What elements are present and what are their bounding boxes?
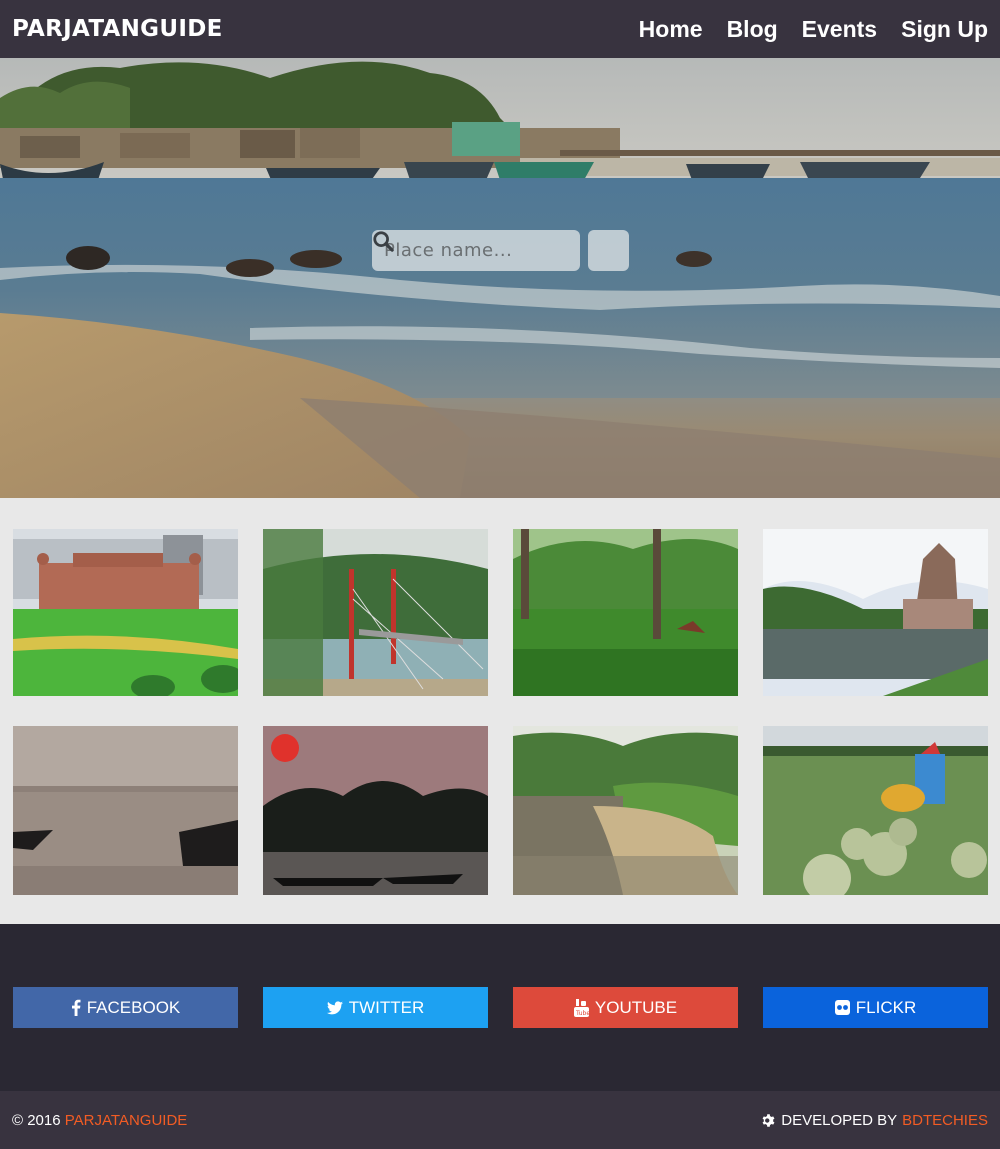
sunset-river-boats-photo (263, 726, 488, 895)
copyright-brand-link[interactable]: PARJATANGUIDE (65, 1112, 188, 1129)
twitter-label: TWITTER (348, 997, 425, 1017)
temple-by-lake-photo (763, 529, 988, 696)
gallery-item-pumpkin-farmer[interactable] (763, 726, 988, 895)
developer-link[interactable]: BDTECHIES (902, 1112, 988, 1129)
twitter-icon (326, 1000, 343, 1015)
search-bar (372, 230, 629, 271)
social-section: FACEBOOK TWITTER Tube YOUTUBE FLICKR (0, 924, 1000, 1091)
beach-scene-image (0, 58, 1000, 498)
nav-events-link[interactable]: Events (802, 16, 877, 43)
facebook-label: FACEBOOK (86, 997, 181, 1017)
brand-logo[interactable]: PARJATANGUIDE (12, 16, 223, 42)
navbar: PARJATANGUIDE Home Blog Events Sign Up (0, 0, 1000, 58)
facebook-icon (71, 999, 81, 1016)
svg-text:Tube: Tube (575, 1010, 589, 1017)
nav-blog-link[interactable]: Blog (727, 16, 778, 43)
flickr-icon (834, 1000, 850, 1015)
gear-icon (762, 1113, 775, 1127)
flickr-label: FLICKR (855, 997, 917, 1017)
hero-banner (0, 58, 1000, 498)
footer: © 2016 PARJATANGUIDE DEVELOPED BY BDTECH… (0, 1091, 1000, 1149)
hanging-bridge-photo (263, 529, 488, 696)
nav-home-link[interactable]: Home (639, 16, 703, 43)
twitter-button[interactable]: TWITTER (263, 987, 488, 1028)
search-icon (373, 231, 394, 252)
place-search-input[interactable] (372, 230, 580, 271)
flickr-button[interactable]: FLICKR (763, 987, 988, 1028)
youtube-icon: Tube (573, 998, 589, 1017)
gallery-item-temple-lake[interactable] (763, 529, 988, 696)
gallery-item-sunset-river[interactable] (263, 726, 488, 895)
river-valley-photo (513, 726, 738, 895)
youtube-button[interactable]: Tube YOUTUBE (513, 987, 738, 1028)
gallery-item-river-valley[interactable] (513, 726, 738, 895)
tea-garden-photo (513, 529, 738, 696)
copyright: © 2016 PARJATANGUIDE (12, 1112, 187, 1129)
nav-links: Home Blog Events Sign Up (639, 16, 988, 43)
gallery-item-tea-garden[interactable] (513, 529, 738, 696)
copyright-prefix: © 2016 (12, 1111, 61, 1129)
youtube-label: YOUTUBE (594, 997, 678, 1017)
pumpkin-farmer-photo (763, 726, 988, 895)
nav-signup-link[interactable]: Sign Up (901, 16, 988, 43)
misty-river-boats-photo (13, 726, 238, 895)
search-button[interactable] (373, 230, 629, 271)
developer-credit: DEVELOPED BY BDTECHIES (761, 1112, 988, 1129)
fort-garden-photo (13, 529, 238, 696)
gallery-item-misty-river[interactable] (13, 726, 238, 895)
gallery-item-fort-garden[interactable] (13, 529, 238, 696)
developed-by-label: DEVELOPED BY (781, 1111, 898, 1129)
gallery-item-hanging-bridge[interactable] (263, 529, 488, 696)
photo-gallery (0, 498, 1000, 924)
facebook-button[interactable]: FACEBOOK (13, 987, 238, 1028)
